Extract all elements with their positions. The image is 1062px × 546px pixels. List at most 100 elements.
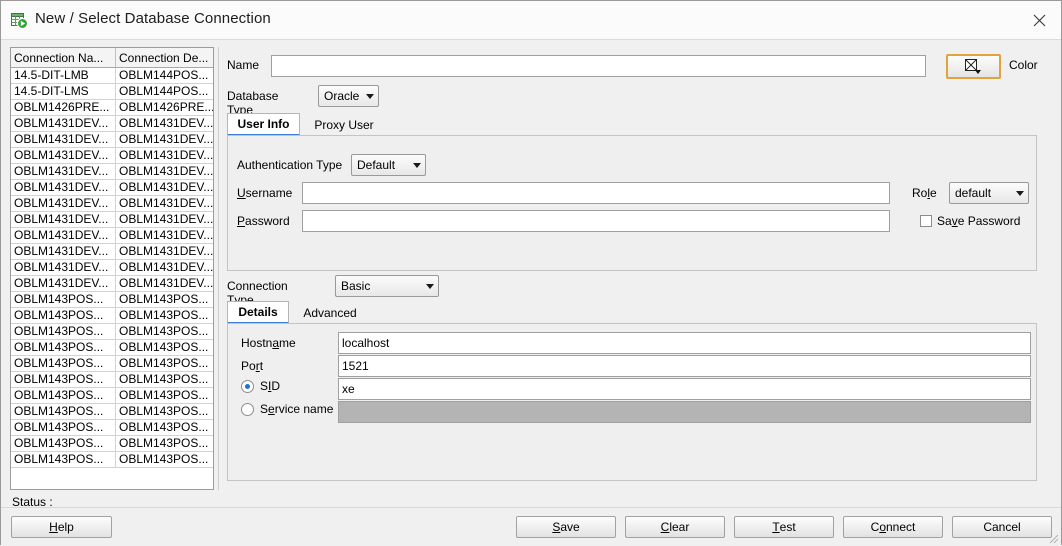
table-row[interactable]: OBLM1431DEV... OBLM1431DEV... <box>11 243 213 260</box>
table-row[interactable]: OBLM1431DEV... OBLM1431DEV... <box>11 195 213 212</box>
role-value: default <box>955 186 992 200</box>
cell-connection-details: OBLM143POS... <box>115 291 213 308</box>
column-header-connection-details[interactable]: Connection De... <box>115 48 213 68</box>
table-row[interactable]: OBLM143POS... OBLM143POS... <box>11 403 213 420</box>
service-name-label: Service name <box>260 402 334 416</box>
tab-proxy-user[interactable]: Proxy User <box>302 113 386 136</box>
cell-connection-details: OBLM1431DEV... <box>115 115 213 132</box>
connect-button[interactable]: Co nnect <box>843 516 943 538</box>
cell-connection-name: 14.5-DIT-LMS <box>11 83 116 100</box>
cell-connection-details: OBLM1431DEV... <box>115 195 213 212</box>
connection-type-select[interactable]: Basic <box>335 275 439 297</box>
cell-connection-details: OBLM143POS... <box>115 387 213 404</box>
color-button[interactable] <box>946 54 1001 79</box>
cell-connection-name: OBLM1431DEV... <box>11 275 116 292</box>
clear-button[interactable]: Clear <box>625 516 725 538</box>
checkbox-box-icon <box>920 215 932 227</box>
table-row[interactable]: 14.5-DIT-LMB OBLM144POS... <box>11 67 213 84</box>
table-row[interactable]: 14.5-DIT-LMS OBLM144POS... <box>11 83 213 100</box>
table-row[interactable]: OBLM1431DEV... OBLM1431DEV... <box>11 179 213 196</box>
authentication-type-value: Default <box>357 158 396 172</box>
table-row[interactable]: OBLM1431DEV... OBLM1431DEV... <box>11 211 213 228</box>
table-row[interactable]: OBLM1431DEV... OBLM1431DEV... <box>11 259 213 276</box>
cell-connection-name: OBLM143POS... <box>11 355 116 372</box>
cell-connection-details: OBLM143POS... <box>115 307 213 324</box>
details-panel: Hostname Port SID Service name <box>227 323 1037 481</box>
no-color-swatch-icon <box>965 58 981 74</box>
name-label: Name <box>227 58 260 72</box>
table-row[interactable]: OBLM143POS... OBLM143POS... <box>11 291 213 308</box>
username-input[interactable] <box>302 182 890 204</box>
table-row[interactable]: OBLM143POS... OBLM143POS... <box>11 355 213 372</box>
table-row[interactable]: OBLM143POS... OBLM143POS... <box>11 451 213 468</box>
cell-connection-details: OBLM1431DEV... <box>115 147 213 164</box>
cell-connection-details: OBLM1431DEV... <box>115 131 213 148</box>
cell-connection-details: OBLM143POS... <box>115 323 213 340</box>
authentication-type-select[interactable]: Default <box>351 154 426 176</box>
table-row[interactable]: OBLM1431DEV... OBLM1431DEV... <box>11 227 213 244</box>
sid-input[interactable] <box>338 378 1031 400</box>
table-row[interactable]: OBLM1426PRE... OBLM1426PRE... <box>11 99 213 116</box>
name-input[interactable] <box>271 55 926 77</box>
cancel-button[interactable]: Cancel <box>952 516 1052 538</box>
hostname-input[interactable] <box>338 332 1031 354</box>
dialog-button-bar: Help Save Clear Test Co nnect Cancel <box>1 507 1061 546</box>
password-input[interactable] <box>302 210 890 232</box>
cell-connection-name: OBLM143POS... <box>11 387 116 404</box>
close-icon[interactable] <box>1017 1 1061 39</box>
cell-connection-name: OBLM1431DEV... <box>11 163 116 180</box>
panel-splitter[interactable] <box>216 47 221 490</box>
tab-details[interactable]: Details <box>227 301 289 324</box>
table-row[interactable]: OBLM143POS... OBLM143POS... <box>11 307 213 324</box>
column-header-connection-name[interactable]: Connection Na... <box>11 48 116 68</box>
cell-connection-name: OBLM143POS... <box>11 323 116 340</box>
name-row: Name Color <box>223 54 1053 79</box>
resize-grip-icon[interactable] <box>1047 532 1059 544</box>
connection-form: Name Color Database Type Oracle User Inf… <box>223 47 1053 490</box>
service-name-radio[interactable]: Service name <box>241 402 333 416</box>
database-type-select[interactable]: Oracle <box>318 85 379 107</box>
table-row[interactable]: OBLM1431DEV... OBLM1431DEV... <box>11 131 213 148</box>
cell-connection-details: OBLM143POS... <box>115 339 213 356</box>
cell-connection-name: OBLM143POS... <box>11 435 116 452</box>
cell-connection-details: OBLM1431DEV... <box>115 227 213 244</box>
tab-advanced[interactable]: Advanced <box>291 301 369 324</box>
help-button[interactable]: Help <box>11 516 112 538</box>
sid-label: SID <box>260 379 281 393</box>
cell-connection-details: OBLM143POS... <box>115 451 213 468</box>
cell-connection-details: OBLM1426PRE... <box>115 99 213 116</box>
connection-list[interactable]: Connection Na... Connection De... 14.5-D… <box>10 47 214 490</box>
port-input[interactable] <box>338 355 1031 377</box>
port-label: Port <box>241 359 264 373</box>
database-connection-dialog: New / Select Database Connection Connect… <box>0 0 1062 546</box>
table-row[interactable]: OBLM143POS... OBLM143POS... <box>11 371 213 388</box>
table-row[interactable]: OBLM1431DEV... OBLM1431DEV... <box>11 115 213 132</box>
table-row[interactable]: OBLM143POS... OBLM143POS... <box>11 435 213 452</box>
password-label: Password <box>237 214 290 228</box>
cell-connection-name: OBLM1431DEV... <box>11 211 116 228</box>
table-row[interactable]: OBLM143POS... OBLM143POS... <box>11 387 213 404</box>
test-button[interactable]: Test <box>734 516 834 538</box>
cell-connection-details: OBLM143POS... <box>115 419 213 436</box>
cell-connection-name: OBLM143POS... <box>11 419 116 436</box>
table-row[interactable]: OBLM143POS... OBLM143POS... <box>11 323 213 340</box>
save-button[interactable]: Save <box>516 516 616 538</box>
table-row[interactable]: OBLM1431DEV... OBLM1431DEV... <box>11 275 213 292</box>
authentication-type-label: Authentication Type <box>237 158 343 172</box>
cell-connection-details: OBLM143POS... <box>115 371 213 388</box>
connection-type-value: Basic <box>341 279 371 293</box>
radio-selected-icon <box>241 379 254 393</box>
table-row[interactable]: OBLM143POS... OBLM143POS... <box>11 339 213 356</box>
sid-radio[interactable]: SID <box>241 379 280 393</box>
cell-connection-name: OBLM143POS... <box>11 307 116 324</box>
save-password-checkbox[interactable]: Save Password <box>920 214 1020 228</box>
role-select[interactable]: default <box>949 182 1029 204</box>
title-bar: New / Select Database Connection <box>1 1 1061 40</box>
tab-user-info[interactable]: User Info <box>227 113 300 136</box>
table-row[interactable]: OBLM1431DEV... OBLM1431DEV... <box>11 163 213 180</box>
database-connection-icon <box>11 12 28 29</box>
table-row[interactable]: OBLM143POS... OBLM143POS... <box>11 419 213 436</box>
cell-connection-details: OBLM1431DEV... <box>115 259 213 276</box>
cell-connection-details: OBLM1431DEV... <box>115 275 213 292</box>
table-row[interactable]: OBLM1431DEV... OBLM1431DEV... <box>11 147 213 164</box>
